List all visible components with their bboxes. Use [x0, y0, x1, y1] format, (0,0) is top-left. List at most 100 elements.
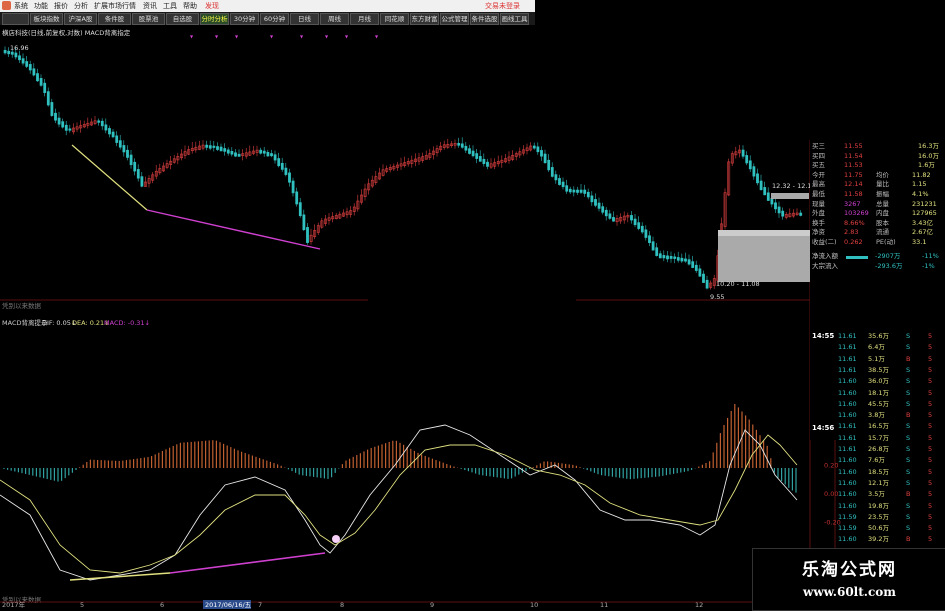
tick-price: 11.60: [838, 411, 857, 420]
tick-count: 5: [928, 365, 933, 374]
toolbar-tab-2[interactable]: 沪深A股: [64, 13, 97, 25]
menu-ext-market[interactable]: 扩展市场行情: [94, 0, 136, 12]
toolbar-tab-16[interactable]: 画线工具: [500, 13, 529, 25]
quote-row: 买四 11.54 16.0万: [810, 152, 945, 161]
signal-marker-3: ▼: [270, 34, 274, 39]
toolbar-tab-10[interactable]: 周线: [320, 13, 349, 25]
candle-body: [259, 149, 263, 154]
candle-body: [108, 128, 111, 135]
quote-value: 11.54: [844, 151, 863, 160]
toolbar-tab-7[interactable]: 30分钟: [230, 13, 259, 25]
flow-value: -2907万: [875, 252, 901, 260]
quote-value-2: 127965: [912, 209, 937, 218]
candle-body: [662, 255, 666, 259]
candle-body: [597, 202, 601, 209]
candle-body: [288, 172, 291, 183]
tick-volume: 19.8万: [868, 501, 889, 510]
toolbar-tab-1[interactable]: 板块指数: [30, 13, 63, 25]
divergence-line-magenta: [146, 209, 321, 250]
quote-value-2: 3.43亿: [912, 218, 933, 227]
tick-row: 11.60 3.5万 B 5: [836, 490, 945, 500]
candle-body: [658, 253, 662, 259]
toolbar-tab-11[interactable]: 月线: [350, 13, 379, 25]
menu-news[interactable]: 资讯: [143, 0, 157, 12]
tick-row: 11.61 26.8万 S 5: [836, 445, 945, 455]
tick-price: 11.60: [838, 467, 857, 476]
candle-body: [291, 180, 295, 194]
menu-function[interactable]: 功能: [34, 0, 48, 12]
candle-body: [10, 51, 14, 55]
macd-value: MACD: -0.31↓: [104, 319, 150, 327]
menu-help[interactable]: 帮助: [183, 0, 197, 12]
tick-volume: 50.6万: [868, 524, 889, 533]
toolbar-tab-5[interactable]: 自选股: [166, 13, 199, 25]
candle-body: [97, 120, 101, 123]
toolbar-tab-4[interactable]: 股票池: [132, 13, 165, 25]
tick-volume: 36.0万: [868, 377, 889, 386]
tick-side: B: [906, 411, 911, 420]
tick-count: 5: [928, 524, 933, 533]
flow-row: 净流入额 -2907万 -11%: [810, 252, 945, 261]
toolbar-tab-0[interactable]: [2, 13, 29, 25]
tick-side: S: [906, 332, 911, 340]
menu-quote[interactable]: 报价: [54, 0, 68, 12]
candle-body: [482, 158, 486, 164]
watermark-title: 乐淘公式网: [802, 560, 897, 580]
tick-row: 11.60 7.6万 S 5: [836, 456, 945, 466]
candle-body: [18, 55, 21, 61]
candle-body: [115, 135, 119, 143]
tick-count: 5: [928, 535, 933, 544]
tick-count: 5: [928, 456, 933, 465]
candle-body: [205, 144, 209, 148]
tick-count: 5: [928, 332, 933, 340]
candle-body: [705, 279, 709, 289]
candle-body: [54, 112, 57, 121]
toolbar-tab-8[interactable]: 60分钟: [260, 13, 289, 25]
flow-value: -293.6万: [875, 262, 903, 270]
candle-body: [756, 173, 759, 184]
tick-count: 5: [928, 501, 933, 510]
tick-volume: 16.5万: [868, 422, 889, 431]
toolbar-tab-14[interactable]: 公式管理: [440, 13, 469, 25]
menu-analysis[interactable]: 分析: [74, 0, 88, 12]
quote-key: 收益(二): [812, 238, 837, 246]
menu-system[interactable]: 系统: [14, 0, 28, 12]
quote-value-2: 4.1%: [912, 190, 929, 198]
quote-value-2: 1.15: [912, 180, 927, 189]
signal-marker-6: ▼: [345, 34, 349, 39]
menu-promo[interactable]: 发现: [205, 0, 219, 12]
tick-side: S: [906, 343, 911, 352]
tick-count: 5: [928, 467, 933, 476]
candle-body: [748, 160, 752, 170]
quote-row: 买三 11.55 16.3万: [810, 142, 945, 151]
candle-body: [471, 150, 475, 157]
toolbar-tab-3[interactable]: 条件股: [98, 13, 131, 25]
candle-body: [464, 145, 468, 151]
divergence-signal-dot: [332, 535, 340, 543]
blank-region: [535, 0, 945, 140]
tick-side: S: [906, 467, 911, 476]
candle-body: [277, 158, 281, 167]
candle-body: [554, 174, 558, 181]
trade-login-link[interactable]: 交易未登录: [485, 0, 520, 12]
candle-body: [295, 191, 299, 205]
tick-count: 5: [928, 512, 933, 521]
tick-side: S: [906, 456, 911, 465]
toolbar-tab-12[interactable]: 同花顺: [380, 13, 409, 25]
tick-row: 11.60 36.0万 S 5: [836, 377, 945, 387]
candle-body: [32, 68, 36, 76]
toolbar-tab-15[interactable]: 条件选股: [470, 13, 499, 25]
candle-body: [212, 145, 216, 148]
menu-tools[interactable]: 工具: [163, 0, 177, 12]
toolbar-tab-13[interactable]: 东方财富: [410, 13, 439, 25]
candle-body: [298, 202, 302, 217]
tick-price: 11.60: [838, 456, 857, 465]
tick-count: 5: [928, 422, 933, 431]
candle-body: [630, 215, 633, 221]
toolbar-tab-9[interactable]: 日线: [290, 13, 319, 25]
candle-body: [676, 257, 680, 261]
toolbar-tab-6[interactable]: 分时分析: [200, 13, 229, 25]
sub-label-1: 凭别以来数据: [2, 301, 42, 310]
tick-volume: 39.2万: [868, 535, 889, 544]
quote-key: 外盘: [812, 209, 825, 218]
